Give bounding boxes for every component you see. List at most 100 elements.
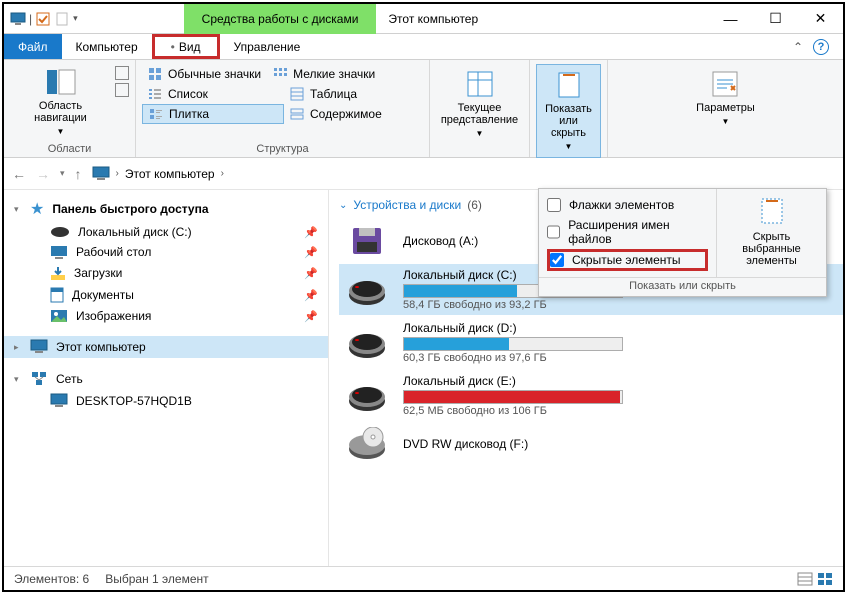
drive-icon bbox=[345, 326, 389, 360]
pane-checkboxes bbox=[115, 64, 129, 97]
pin-icon[interactable]: 📌 bbox=[304, 267, 318, 280]
drive-icon bbox=[345, 273, 389, 307]
pc-icon bbox=[10, 11, 26, 27]
dropdown-icon: ▼ bbox=[722, 116, 730, 128]
tab-manage[interactable]: Управление bbox=[220, 34, 315, 59]
view-details-icon[interactable] bbox=[797, 572, 813, 586]
pc-icon bbox=[92, 166, 110, 182]
quick-access-toolbar: | ▾ bbox=[4, 11, 84, 27]
qat-dropdown-icon[interactable]: ▾ bbox=[73, 13, 78, 24]
close-button[interactable]: ✕ bbox=[798, 4, 843, 34]
sidebar-item-desktop[interactable]: Рабочий стол 📌 bbox=[4, 242, 328, 262]
star-icon: ★ bbox=[30, 199, 44, 219]
chevron-right-icon[interactable]: › bbox=[221, 168, 224, 179]
drive-icon bbox=[345, 224, 389, 258]
layout-list[interactable]: Список bbox=[142, 84, 284, 104]
item-checkboxes-option[interactable]: Флажки элементов bbox=[547, 195, 708, 215]
preview-pane-check[interactable] bbox=[115, 66, 129, 80]
pictures-icon bbox=[50, 309, 68, 323]
documents-icon bbox=[50, 287, 64, 303]
view-large-icons-icon[interactable] bbox=[817, 572, 833, 586]
drive-capacity-text: 62,5 МБ свободно из 106 ГБ bbox=[403, 405, 837, 417]
layout-tile[interactable]: Плитка bbox=[142, 104, 284, 124]
show-hide-button[interactable]: Показать или скрыть ▼ bbox=[536, 64, 601, 158]
downloads-icon bbox=[50, 265, 66, 281]
drive-row[interactable]: Локальный диск (E:) 62,5 МБ свободно из 1… bbox=[339, 370, 843, 421]
sidebar-item-downloads[interactable]: Загрузки 📌 bbox=[4, 262, 328, 284]
recent-locations-icon[interactable]: ▾ bbox=[60, 168, 65, 179]
drive-icon bbox=[345, 427, 389, 461]
window-title: Этот компьютер bbox=[388, 12, 478, 26]
layout-small-icons[interactable]: Мелкие значки bbox=[267, 64, 381, 84]
network-icon bbox=[30, 371, 48, 387]
hidden-items-option[interactable]: Скрытые элементы bbox=[547, 249, 708, 271]
options-button[interactable]: Параметры ▼ bbox=[688, 64, 763, 132]
up-button[interactable]: ↑ bbox=[75, 166, 82, 182]
file-extensions-option[interactable]: Расширения имен файлов bbox=[547, 215, 708, 249]
content-icon bbox=[290, 107, 304, 121]
table-icon bbox=[290, 87, 304, 101]
drive-icon bbox=[50, 226, 70, 238]
sidebar-item-this-pc[interactable]: ▸ Этот компьютер bbox=[4, 336, 328, 358]
drive-icon bbox=[345, 379, 389, 413]
pin-icon[interactable]: 📌 bbox=[304, 310, 318, 323]
tab-computer[interactable]: Компьютер bbox=[62, 34, 152, 59]
nav-pane-icon bbox=[45, 66, 77, 98]
chevron-right-icon[interactable]: ▸ bbox=[14, 342, 19, 353]
contextual-tab-label: Средства работы с дисками bbox=[202, 12, 359, 26]
layout-content[interactable]: Содержимое bbox=[284, 104, 388, 124]
drive-capacity-bar bbox=[403, 337, 623, 351]
current-view-button[interactable]: Текущее представление ▼ bbox=[433, 64, 526, 144]
hide-selected-button[interactable]: Скрыть выбранные элементы bbox=[716, 189, 826, 277]
dropdown-icon: ▼ bbox=[476, 128, 484, 140]
breadcrumb[interactable]: › Этот компьютер › bbox=[92, 166, 835, 182]
collapse-ribbon-icon[interactable]: ⌃ bbox=[793, 40, 803, 54]
group-layout-label: Структура bbox=[256, 141, 308, 157]
pc-icon bbox=[30, 339, 48, 355]
details-pane-check[interactable] bbox=[115, 83, 129, 97]
forward-button[interactable]: → bbox=[36, 166, 50, 182]
drive-row[interactable]: Локальный диск (D:)60,3 ГБ свободно из 9… bbox=[339, 317, 843, 368]
back-button[interactable]: ← bbox=[12, 166, 26, 182]
list-icon bbox=[148, 87, 162, 101]
drive-name: Локальный диск (E:) bbox=[403, 374, 837, 388]
contextual-tab-disk-tools[interactable]: Средства работы с дисками bbox=[184, 4, 377, 34]
chevron-down-icon[interactable]: ▾ bbox=[14, 374, 19, 385]
help-icon[interactable]: ? bbox=[813, 39, 829, 55]
sidebar-item-documents[interactable]: Документы 📌 bbox=[4, 284, 328, 306]
minimize-button[interactable]: — bbox=[708, 4, 753, 34]
chevron-right-icon[interactable]: › bbox=[116, 168, 119, 179]
drive-name: DVD RW дисковод (F:) bbox=[403, 437, 837, 451]
layout-table[interactable]: Таблица bbox=[284, 84, 363, 104]
sidebar-item-network[interactable]: ▾ Сеть bbox=[4, 368, 328, 390]
options-icon bbox=[709, 68, 741, 100]
pin-icon[interactable]: 📌 bbox=[304, 289, 318, 302]
small-icons-icon bbox=[273, 67, 287, 81]
chevron-down-icon[interactable]: ▾ bbox=[14, 204, 19, 215]
tab-view[interactable]: Вид bbox=[152, 34, 220, 59]
tile-icon bbox=[149, 107, 163, 121]
pin-icon[interactable]: 📌 bbox=[304, 226, 318, 239]
tab-file[interactable]: Файл bbox=[4, 34, 62, 59]
breadcrumb-this-pc[interactable]: Этот компьютер bbox=[125, 167, 215, 181]
sidebar-item-network-pc[interactable]: DESKTOP-57HQD1B bbox=[4, 390, 328, 412]
drive-row[interactable]: DVD RW дисковод (F:) bbox=[339, 423, 843, 465]
layout-regular-icons[interactable]: Обычные значки bbox=[142, 64, 267, 84]
pin-icon[interactable]: 📌 bbox=[304, 246, 318, 259]
quick-access-header[interactable]: ▾ ★ Панель быстрого доступа bbox=[4, 196, 328, 222]
hidden-items-check[interactable] bbox=[550, 253, 564, 267]
sidebar-item-pictures[interactable]: Изображения 📌 bbox=[4, 306, 328, 326]
status-count: Элементов: 6 bbox=[14, 572, 89, 586]
sidebar-item-local-c[interactable]: Локальный диск (C:) 📌 bbox=[4, 222, 328, 242]
chevron-down-icon[interactable]: ⌄ bbox=[339, 200, 347, 211]
drive-name: Локальный диск (D:) bbox=[403, 321, 837, 335]
hide-selected-icon bbox=[756, 195, 788, 227]
title-bar: | ▾ Средства работы с дисками Этот компь… bbox=[4, 4, 843, 34]
file-extensions-check[interactable] bbox=[547, 225, 560, 239]
navigation-pane-button[interactable]: Область навигации ▼ bbox=[10, 64, 111, 140]
checkbox-icon[interactable] bbox=[35, 11, 51, 27]
current-view-icon bbox=[464, 68, 496, 100]
item-checkboxes-check[interactable] bbox=[547, 198, 561, 212]
doc-icon[interactable] bbox=[54, 11, 70, 27]
maximize-button[interactable]: ☐ bbox=[753, 4, 798, 34]
